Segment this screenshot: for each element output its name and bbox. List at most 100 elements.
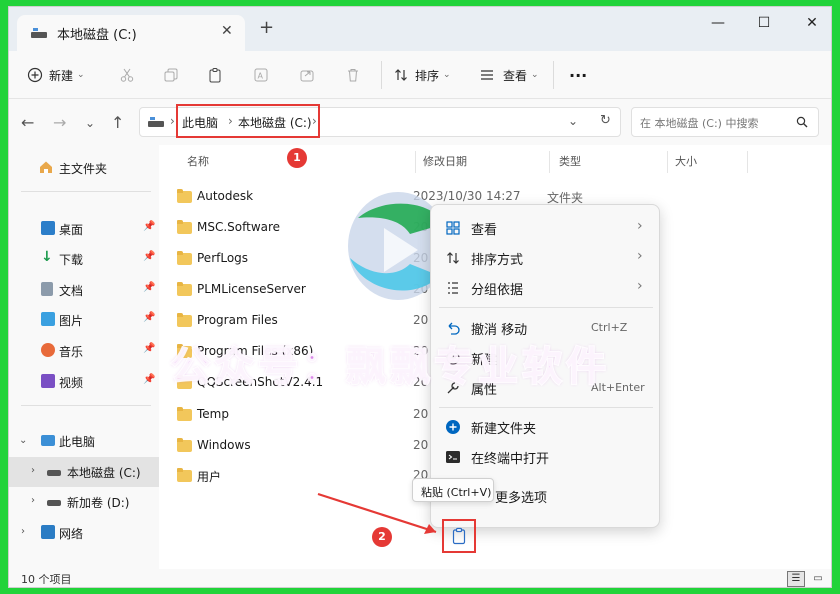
pin-icon[interactable]: 📌 — [143, 343, 155, 354]
menu-item-group[interactable]: 分组依据 › — [431, 273, 661, 303]
pin-icon[interactable]: 📌 — [143, 251, 155, 262]
view-button[interactable]: 查看 ⌄ — [479, 64, 539, 86]
sort-button[interactable]: 排序 ⌄ — [393, 64, 451, 86]
annotation-badge-2: 2 — [372, 527, 392, 547]
picture-icon — [41, 312, 55, 326]
sort-label: 排序 — [415, 68, 440, 83]
sidebar-item-drive-c[interactable]: › 本地磁盘 (C:) — [9, 457, 159, 487]
tab-close-icon[interactable]: ✕ — [221, 23, 233, 39]
share-button[interactable] — [299, 64, 315, 86]
menu-item-open-terminal[interactable]: 在终端中打开 — [431, 442, 661, 472]
svg-text:A: A — [258, 72, 264, 81]
sidebar-item-documents[interactable]: 文档 📌 — [9, 275, 159, 305]
search-placeholder: 在 本地磁盘 (C:) 中搜索 — [640, 117, 759, 130]
file-name: 用户 — [197, 470, 222, 484]
chevron-down-icon[interactable]: ⌄ — [19, 435, 27, 446]
sort-icon — [395, 69, 407, 81]
chevron-right-icon[interactable]: › — [21, 526, 25, 537]
delete-button[interactable] — [345, 64, 361, 86]
terminal-icon — [446, 451, 460, 463]
minimize-button[interactable]: — — [703, 15, 733, 31]
column-divider[interactable] — [415, 151, 416, 173]
details-view-icon[interactable]: ☰ — [787, 571, 805, 587]
sidebar-item-label: 音乐 — [59, 345, 84, 359]
refresh-icon[interactable]: ↻ — [600, 113, 611, 128]
trash-icon — [348, 69, 358, 82]
folder-icon — [177, 220, 192, 234]
cut-button[interactable] — [119, 64, 135, 86]
view-icon — [481, 70, 493, 80]
more-options-button[interactable]: ··· — [569, 64, 587, 86]
chevron-down-icon: ⌄ — [531, 70, 539, 80]
address-dropdown-icon[interactable]: ⌄ — [568, 114, 578, 128]
close-button[interactable]: ✕ — [797, 15, 827, 31]
new-button[interactable]: 新建 ⌄ — [27, 64, 85, 86]
up-arrow-icon[interactable]: ↑ — [111, 113, 124, 132]
search-icon — [796, 116, 808, 128]
column-divider[interactable] — [667, 151, 668, 173]
item-count: 10 个项目 — [21, 573, 72, 586]
sidebar-item-downloads[interactable]: ↓ 下载 📌 — [9, 244, 159, 274]
sidebar-item-desktop[interactable]: 桌面 📌 — [9, 214, 159, 244]
menu-item-sort[interactable]: 排序方式 › — [431, 243, 661, 273]
column-header-type[interactable]: 类型 — [559, 153, 581, 169]
plus-circle-icon — [27, 67, 43, 83]
column-header-name[interactable]: 名称 — [187, 153, 209, 169]
file-name: Temp — [197, 407, 229, 421]
file-date: 20 — [413, 407, 429, 421]
view-label: 查看 — [503, 68, 528, 83]
chevron-right-icon[interactable]: › — [31, 495, 35, 506]
maximize-button[interactable]: ☐ — [749, 15, 779, 31]
sidebar-item-videos[interactable]: 视频 📌 — [9, 367, 159, 397]
copy-icon — [164, 68, 178, 82]
sidebar-item-drive-d[interactable]: › 新加卷 (D:) — [9, 487, 159, 517]
menu-item-new-folder[interactable]: 新建文件夹 — [431, 412, 661, 442]
pin-icon[interactable]: 📌 — [143, 221, 155, 232]
menu-item-label: 新建文件夹 — [471, 422, 537, 437]
tiles-view-icon[interactable]: ▭ — [809, 571, 827, 587]
new-folder-icon — [446, 420, 460, 434]
pin-icon[interactable]: 📌 — [143, 374, 155, 385]
video-icon — [41, 374, 55, 388]
menu-item-view[interactable]: 查看 › — [431, 213, 661, 243]
divider — [439, 307, 653, 308]
file-date: 20 — [413, 438, 429, 452]
paste-tooltip: 粘贴 (Ctrl+V) — [412, 478, 494, 502]
pin-icon[interactable]: 📌 — [143, 312, 155, 323]
forward-arrow-icon[interactable]: → — [53, 113, 66, 132]
menu-item-label: 查看 — [471, 223, 498, 238]
sidebar-item-label: 视频 — [59, 376, 84, 390]
command-bar: 新建 ⌄ A 排序 ⌄ 查看 ⌄ ··· — [9, 51, 831, 99]
sidebar-item-this-pc[interactable]: ⌄ 此电脑 — [9, 426, 159, 456]
sidebar-item-music[interactable]: 音乐 📌 — [9, 336, 159, 366]
file-name: Program Files — [197, 313, 278, 327]
divider — [21, 405, 151, 406]
chevron-right-icon: › — [637, 218, 643, 234]
tab-local-disk[interactable]: 本地磁盘 (C:) ✕ — [17, 15, 245, 51]
column-header-date[interactable]: 修改日期 — [423, 153, 467, 169]
rename-icon: A — [254, 68, 268, 82]
column-divider[interactable] — [747, 151, 748, 173]
home-icon — [40, 161, 52, 173]
sidebar-item-home[interactable]: 主文件夹 — [9, 153, 159, 183]
share-icon — [300, 70, 314, 82]
back-arrow-icon[interactable]: ← — [21, 113, 34, 132]
grid-icon — [446, 221, 460, 235]
column-divider[interactable] — [549, 151, 550, 173]
chevron-right-icon[interactable]: › — [31, 465, 35, 476]
column-header-size[interactable]: 大小 — [675, 153, 697, 169]
title-bar: 本地磁盘 (C:) ✕ + — ☐ ✕ — [9, 7, 831, 51]
recent-chevron-icon[interactable]: ⌄ — [85, 116, 95, 130]
sidebar-item-pictures[interactable]: 图片 📌 — [9, 305, 159, 335]
sidebar-item-label: 此电脑 — [59, 435, 96, 449]
sidebar-item-network[interactable]: › 网络 — [9, 518, 159, 548]
computer-icon — [41, 435, 55, 446]
drive-icon — [148, 117, 164, 127]
copy-button[interactable] — [163, 64, 179, 86]
search-input[interactable]: 在 本地磁盘 (C:) 中搜索 — [631, 107, 819, 137]
pin-icon[interactable]: 📌 — [143, 282, 155, 293]
rename-button[interactable]: A — [253, 64, 269, 86]
paste-button[interactable] — [207, 64, 223, 86]
new-tab-button[interactable]: + — [259, 19, 274, 37]
desktop-icon — [41, 221, 55, 235]
